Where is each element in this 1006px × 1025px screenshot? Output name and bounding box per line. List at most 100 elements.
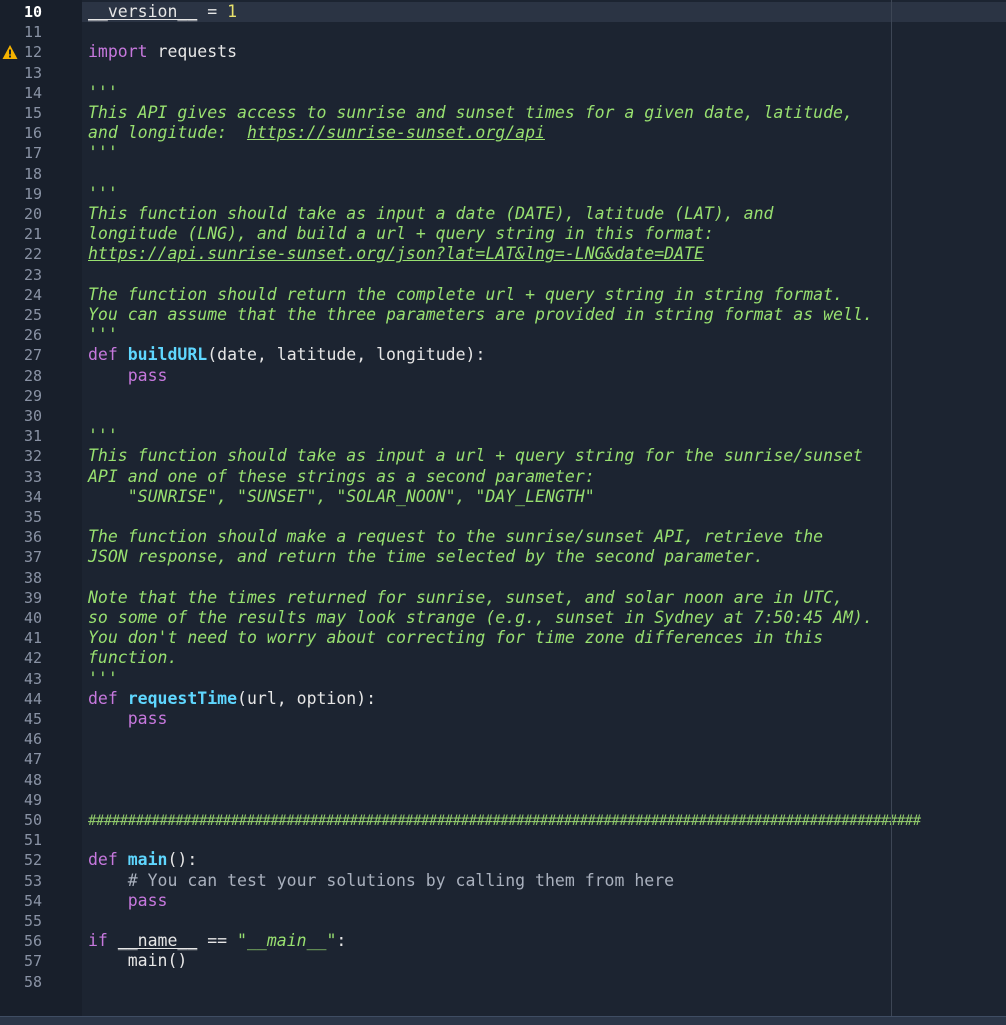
code-line[interactable]: Note that the times returned for sunrise… (88, 588, 843, 608)
code-token: main (127, 850, 168, 870)
code-line[interactable]: This API gives access to sunrise and sun… (88, 103, 853, 123)
code-line[interactable]: def requestTime(url, option): (88, 689, 376, 709)
code-line[interactable]: pass (88, 891, 168, 911)
line-number: 27 (23, 346, 42, 365)
code-line[interactable]: "SUNRISE", "SUNSET", "SOLAR_NOON", "DAY_… (88, 487, 595, 507)
line-number: 12 (23, 43, 42, 62)
line-number: 43 (23, 669, 42, 688)
line-number: 13 (23, 63, 42, 82)
code-token: API and one of these strings as a second… (88, 466, 595, 486)
line-number: 21 (23, 225, 42, 244)
line-number: 44 (23, 689, 42, 708)
code-line[interactable]: ''' (88, 184, 118, 204)
line-number: 34 (23, 487, 42, 506)
code-line[interactable]: The function should return the complete … (88, 285, 843, 305)
code-area[interactable]: __version__ = 1 import requests ''' This AP… (82, 0, 1006, 1016)
code-token: __main__ (246, 931, 327, 951)
line-number-gutter[interactable]: 10 11 12 13 14 15 16 17 18 19 20 21 22 23 24 25 26 27 28 29… (0, 0, 82, 1016)
code-line[interactable]: ''' (88, 83, 118, 103)
code-line[interactable]: You don't need to worry about correcting… (88, 628, 823, 648)
code-token: and longitude: (88, 123, 247, 143)
code-line[interactable]: This function should take as input a url… (88, 446, 863, 466)
code-token: ''' (88, 426, 118, 446)
code-token: Note that the times returned for sunrise… (88, 587, 843, 607)
code-token: ''' (88, 668, 118, 688)
code-token: JSON response, and return the time selec… (88, 547, 764, 567)
code-line[interactable]: JSON response, and return the time selec… (88, 547, 764, 567)
line-number: 58 (23, 972, 42, 991)
code-token: == (197, 931, 238, 951)
code-token: 1 (227, 2, 238, 21)
code-token: https://sunrise-sunset.org/api (246, 123, 545, 143)
code-line[interactable]: pass (88, 709, 168, 729)
line-number: 16 (23, 124, 42, 143)
line-number: 45 (23, 710, 42, 728)
code-line[interactable]: ########################################… (88, 810, 921, 831)
line-number: 53 (23, 871, 42, 890)
code-line[interactable]: ''' (88, 669, 118, 689)
line-number: 41 (23, 629, 42, 648)
code-line[interactable]: # You can test your solutions by calling… (88, 871, 674, 891)
code-line[interactable]: if __name__ == "__main__": (88, 931, 346, 951)
wrap-guide (891, 0, 892, 1016)
code-line[interactable]: so some of the results may look strange … (88, 608, 873, 628)
line-number: 38 (23, 568, 42, 587)
code-token: import (88, 42, 148, 62)
code-token: This function should take as input a url… (88, 446, 863, 466)
line-number: 22 (23, 245, 42, 264)
code-line[interactable]: longitude (LNG), and build a url + query… (88, 224, 714, 244)
code-line[interactable]: You can assume that the three parameters… (88, 305, 873, 325)
code-token: This function should take as input a dat… (88, 204, 774, 223)
code-line[interactable]: The function should make a request to th… (88, 527, 823, 547)
line-number: 52 (23, 851, 42, 870)
code-token: pass (127, 365, 168, 385)
code-token: You don't need to worry about correcting… (88, 628, 824, 648)
code-token: function. (88, 648, 178, 668)
code-token: (date, latitude, longitude): (207, 345, 486, 365)
line-number: 32 (23, 447, 42, 466)
line-number: 50 (23, 811, 42, 829)
code-token: buildURL (127, 345, 208, 365)
code-token: def (88, 345, 118, 365)
code-line[interactable]: def main(): (88, 850, 197, 870)
line-number: 17 (23, 144, 42, 163)
code-line[interactable]: ''' (88, 143, 118, 163)
code-token: requests (147, 42, 238, 62)
line-number: 23 (23, 265, 42, 284)
line-number: 56 (23, 932, 42, 951)
code-line[interactable]: def buildURL(date, latitude, longitude): (88, 345, 485, 365)
code-line[interactable]: and longitude: https://sunrise-sunset.or… (88, 123, 545, 143)
code-line[interactable]: ''' (88, 426, 118, 446)
code-line[interactable]: API and one of these strings as a second… (88, 467, 595, 487)
code-token: (): (167, 850, 198, 870)
code-line[interactable]: function. (88, 648, 177, 668)
line-number: 33 (23, 467, 42, 486)
code-line[interactable]: ''' (88, 325, 118, 345)
line-number: 36 (23, 528, 42, 547)
code-token: def (88, 850, 118, 870)
code-line[interactable]: https://api.sunrise-sunset.org/json?lat=… (88, 244, 704, 264)
line-number: 42 (23, 649, 42, 668)
code-token: https://api.sunrise-sunset.org/json?lat=… (88, 244, 704, 264)
code-token: = (197, 2, 228, 21)
code-token: The function should make a request to th… (88, 527, 824, 547)
line-number: 49 (23, 790, 42, 809)
code-token: ''' (88, 183, 118, 203)
code-line[interactable]: This function should take as input a dat… (88, 204, 773, 224)
line-number: 51 (23, 831, 42, 850)
code-token: (url, option): (237, 688, 377, 708)
code-editor[interactable]: 10 11 12 13 14 15 16 17 18 19 20 21 22 23 24 25 26 27 28 29… (0, 0, 1006, 1016)
code-token: main() (88, 951, 188, 971)
code-line[interactable]: pass (88, 366, 168, 386)
line-number: 28 (23, 366, 42, 385)
code-line[interactable]: main() (88, 951, 188, 971)
code-line[interactable]: __version__ = 1 (88, 2, 237, 22)
code-line[interactable]: import requests (88, 42, 237, 62)
code-token: def (88, 688, 118, 708)
code-token: pass (127, 709, 168, 728)
line-number: 11 (23, 23, 42, 42)
